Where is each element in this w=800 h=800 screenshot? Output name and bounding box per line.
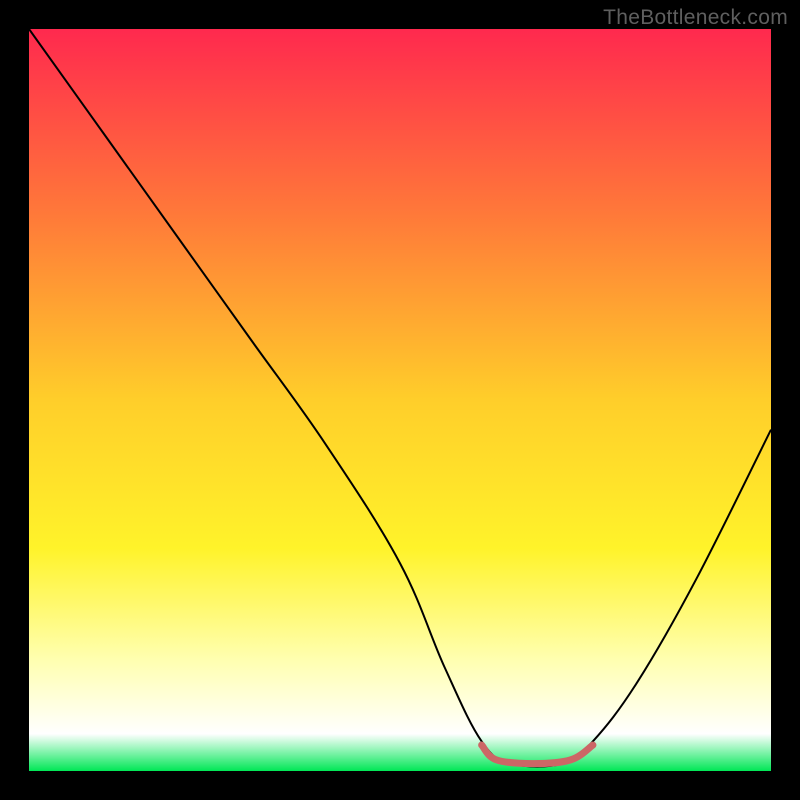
- watermark-text: TheBottleneck.com: [603, 6, 788, 30]
- bottleneck-chart: TheBottleneck.com: [0, 0, 800, 800]
- plot-area: [29, 29, 771, 771]
- chart-svg: [29, 29, 771, 771]
- gradient-background: [29, 29, 771, 771]
